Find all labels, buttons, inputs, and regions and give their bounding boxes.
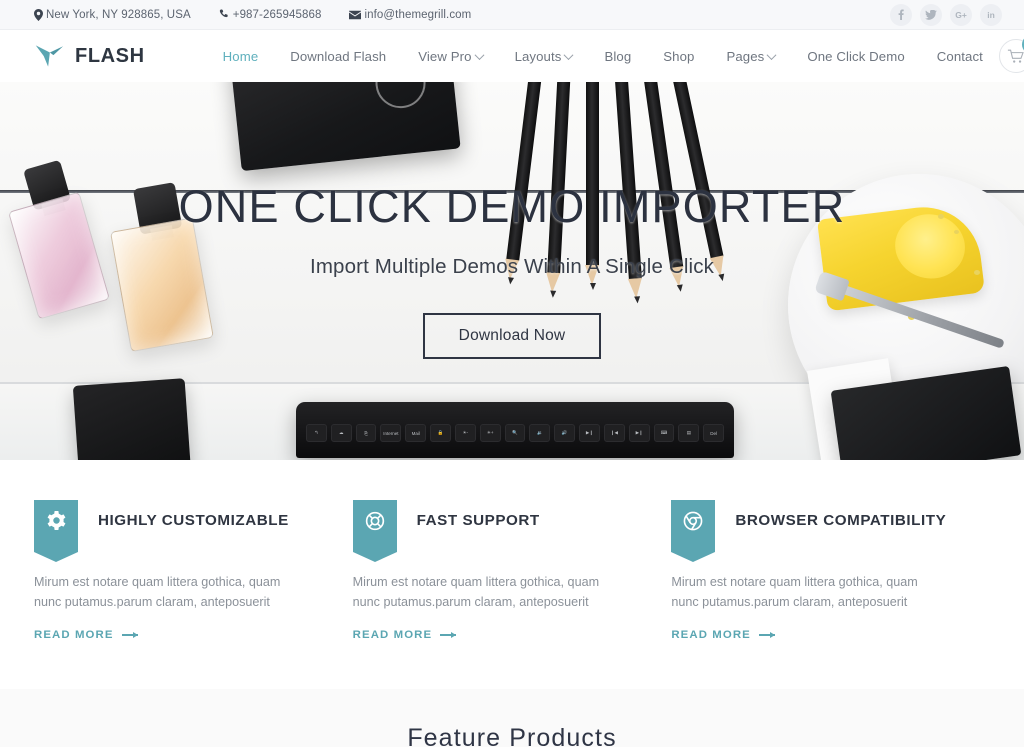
feature-read-more-link[interactable]: Read More bbox=[671, 629, 775, 641]
header-actions: 0 bbox=[998, 35, 1024, 73]
nav-item-shop[interactable]: Shop bbox=[647, 49, 710, 64]
feature-header: Fast Support bbox=[352, 500, 630, 562]
contact-address-text: New York, NY 928865, USA bbox=[46, 8, 191, 21]
section-title: Feature Products bbox=[407, 723, 617, 747]
nav-item-home[interactable]: Home bbox=[207, 49, 275, 64]
nav-label: Contact bbox=[936, 48, 983, 64]
brand-name: FLASH bbox=[75, 44, 145, 67]
nav-label: Shop bbox=[663, 48, 695, 64]
contact-info-group: New York, NY 928865, USA +987-265945868 … bbox=[34, 8, 471, 21]
feature-products-section: Feature Products bbox=[0, 688, 1024, 747]
nav-label: Pages bbox=[726, 48, 765, 64]
feature-card-browser-compatibility: Browser Compatibility Mirum est notare q… bbox=[671, 500, 990, 643]
feature-title: Browser Compatibility bbox=[735, 512, 947, 529]
top-contact-bar: New York, NY 928865, USA +987-265945868 … bbox=[0, 0, 1024, 30]
features-section: Highly Customizable Mirum est notare qua… bbox=[0, 460, 1024, 689]
feature-body: Mirum est notare quam littera gothica, q… bbox=[671, 575, 918, 610]
chevron-down-icon bbox=[474, 49, 485, 60]
cart-button[interactable]: 0 bbox=[998, 35, 1024, 73]
contact-phone[interactable]: +987-265945868 bbox=[219, 9, 322, 21]
read-more-label: Read More bbox=[352, 628, 433, 641]
nav-item-layouts[interactable]: Layouts bbox=[499, 49, 589, 64]
feature-card-fast-support: Fast Support Mirum est notare quam litte… bbox=[352, 500, 672, 643]
feature-body: Mirum est notare quam littera gothica, q… bbox=[352, 575, 600, 610]
nav-label: View Pro bbox=[418, 48, 472, 64]
nav-label: Blog bbox=[604, 48, 632, 64]
arrow-right-icon bbox=[758, 632, 775, 637]
hero-subtitle: Import Multiple Demos Within A Single Cl… bbox=[309, 254, 715, 278]
contact-address: New York, NY 928865, USA bbox=[34, 8, 191, 21]
download-now-button[interactable]: Download Now bbox=[422, 312, 602, 359]
feature-read-more-link[interactable]: Read More bbox=[353, 629, 457, 641]
feature-card-highly-customizable: Highly Customizable Mirum est notare qua… bbox=[34, 500, 353, 643]
nav-item-one-click-demo[interactable]: One Click Demo bbox=[791, 49, 920, 64]
nav-label: Home bbox=[222, 48, 259, 64]
chevron-down-icon bbox=[564, 49, 574, 60]
shopping-cart-icon bbox=[998, 39, 1024, 73]
site-header: FLASH Home Download Flash View Pro Layou… bbox=[0, 30, 1024, 82]
page-root: New York, NY 928865, USA +987-265945868 … bbox=[0, 0, 1024, 747]
contact-email[interactable]: info@themegrill.com bbox=[349, 9, 471, 21]
feature-read-more-link[interactable]: Read More bbox=[34, 629, 138, 641]
social-google-plus-icon[interactable]: G+ bbox=[950, 3, 972, 26]
feature-title: Fast Support bbox=[416, 512, 540, 529]
main-navigation: Home Download Flash View Pro Layouts Blo… bbox=[207, 49, 999, 64]
gear-icon bbox=[34, 500, 78, 562]
nav-label: Layouts bbox=[514, 48, 562, 64]
chevron-down-icon bbox=[766, 49, 777, 60]
flash-bird-logo bbox=[35, 45, 64, 67]
social-links-group: G+ in bbox=[890, 3, 1002, 26]
feature-body: Mirum est notare quam littera gothica, q… bbox=[34, 575, 281, 610]
nav-label: Download Flash bbox=[290, 48, 387, 64]
hero-title: ONE CLICK DEMO IMPORTER bbox=[178, 180, 846, 232]
chrome-browser-icon bbox=[671, 500, 716, 562]
envelope-icon bbox=[349, 10, 362, 20]
nav-item-contact[interactable]: Contact bbox=[921, 49, 999, 64]
feature-header: Browser Compatibility bbox=[671, 500, 948, 562]
location-pin-icon bbox=[34, 8, 43, 21]
arrow-right-icon bbox=[440, 632, 457, 637]
site-logo[interactable]: FLASH bbox=[34, 43, 145, 69]
life-ring-icon bbox=[352, 500, 397, 562]
nav-item-blog[interactable]: Blog bbox=[588, 49, 647, 64]
social-linkedin-icon[interactable]: in bbox=[980, 3, 1002, 26]
hero-banner: ↰ ☁ ⎘ Internet Mail 🔒 ☀- ☀+ 🔍 🔉 🔊 ▶❙ ❙◀ ▶❙ ⌨ ▤ Del … bbox=[0, 82, 1024, 460]
contact-phone-text: +987-265945868 bbox=[232, 8, 322, 21]
nav-item-view-pro[interactable]: View Pro bbox=[402, 49, 498, 64]
contact-email-text: info@themegrill.com bbox=[364, 8, 472, 21]
read-more-label: Read More bbox=[671, 628, 751, 641]
nav-label: One Click Demo bbox=[807, 48, 905, 64]
social-twitter-icon[interactable] bbox=[920, 3, 942, 26]
arrow-right-icon bbox=[121, 632, 138, 637]
phone-icon bbox=[219, 9, 230, 20]
nav-item-download-flash[interactable]: Download Flash bbox=[274, 49, 402, 64]
social-facebook-icon[interactable] bbox=[890, 3, 912, 26]
feature-title: Highly Customizable bbox=[98, 512, 289, 529]
nav-item-pages[interactable]: Pages bbox=[710, 49, 791, 64]
feature-header: Highly Customizable bbox=[34, 500, 311, 562]
read-more-label: Read More bbox=[34, 628, 114, 641]
hero-content: ONE CLICK DEMO IMPORTER Import Multiple … bbox=[0, 82, 1024, 460]
